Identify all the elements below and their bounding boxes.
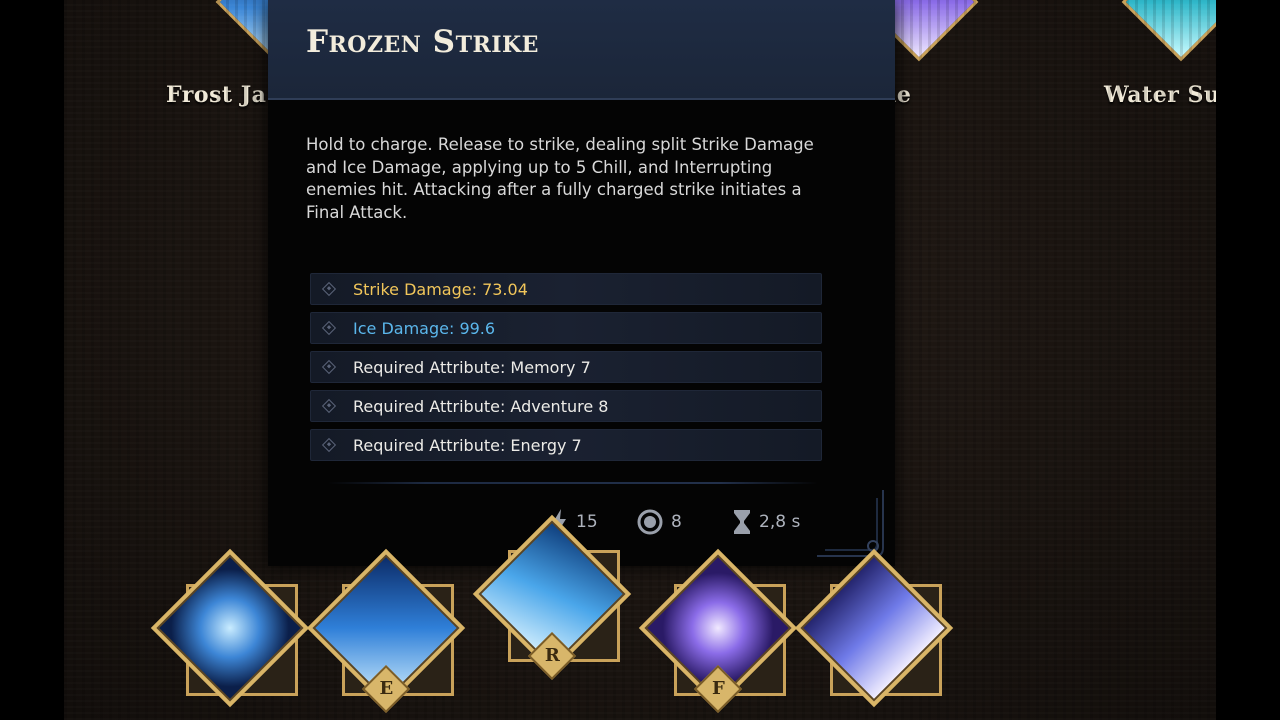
stat-row-req-memory: Required Attribute: Memory 7 — [310, 351, 822, 383]
hotkey-label: E — [379, 678, 394, 700]
diamond-bullet-icon — [321, 398, 337, 414]
hourglass-icon — [734, 510, 750, 534]
hotbar-slot-5[interactable] — [794, 548, 956, 720]
stat-text: Required Attribute: Memory 7 — [353, 358, 591, 377]
cooldown: 2,8 s — [733, 509, 800, 535]
hotbar-slot-4[interactable]: F — [638, 548, 800, 720]
stat-text: Required Attribute: Adventure 8 — [353, 397, 609, 416]
tooltip-divider — [328, 482, 818, 484]
skill-label-water-surge: Water Su — [1104, 82, 1221, 108]
stat-row-req-energy: Required Attribute: Energy 7 — [310, 429, 822, 461]
diamond-bullet-icon — [321, 437, 337, 453]
charges-value: 8 — [671, 512, 682, 532]
skill-hotbar: E R F — [0, 514, 1280, 720]
skill-label-frost-javelin: Frost Ja — [166, 82, 267, 108]
stat-row-req-adventure: Required Attribute: Adventure 8 — [310, 390, 822, 422]
diamond-bullet-icon — [321, 359, 337, 375]
tooltip-description: Hold to charge. Release to strike, deali… — [306, 135, 814, 222]
tooltip-header: Frozen Strike — [268, 0, 895, 100]
stat-row-ice-damage: Ice Damage: 99.6 — [310, 312, 822, 344]
stat-text: Strike Damage: 73.04 — [353, 280, 528, 299]
hotbar-slot-1[interactable] — [150, 548, 312, 720]
tooltip-title: Frozen Strike — [306, 24, 539, 60]
corner-ornament-icon — [817, 490, 884, 557]
stat-row-strike-damage: Strike Damage: 73.04 — [310, 273, 822, 305]
diamond-bullet-icon — [321, 281, 337, 297]
hotbar-slot-2[interactable]: E — [306, 548, 468, 720]
cooldown-value: 2,8 s — [759, 512, 801, 532]
stat-list: Strike Damage: 73.04 Ice Damage: 99.6 Re… — [310, 273, 822, 468]
stat-text: Required Attribute: Energy 7 — [353, 436, 582, 455]
skill-tooltip: Frozen Strike Hold to charge. Release to… — [268, 0, 895, 566]
stat-text: Ice Damage: 99.6 — [353, 319, 496, 338]
hotkey-label: F — [711, 678, 725, 700]
hotbar-slot-3[interactable]: R — [472, 514, 634, 686]
charge-ring-icon — [637, 509, 663, 535]
charges: 8 — [637, 509, 682, 535]
diamond-bullet-icon — [321, 320, 337, 336]
skill-water-surge[interactable] — [1121, 0, 1241, 62]
hotkey-label: R — [544, 645, 560, 667]
